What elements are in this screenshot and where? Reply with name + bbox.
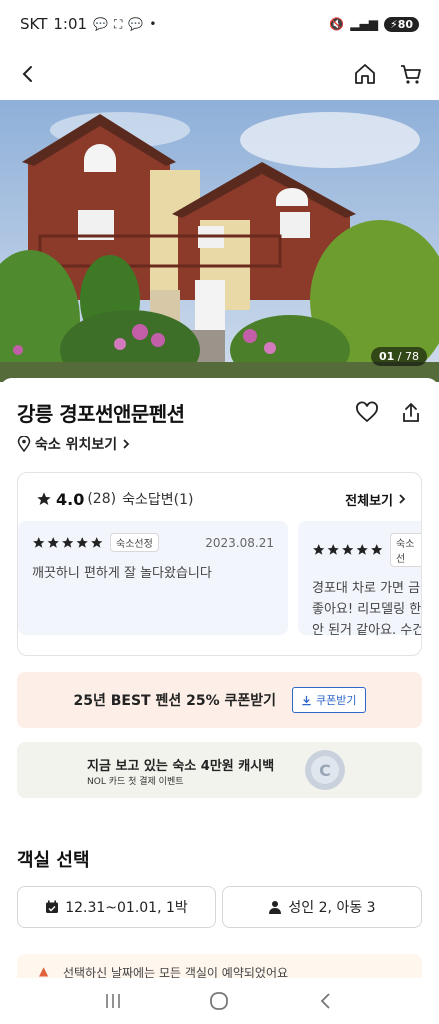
review-item[interactable]: 숙소선 경포대 차로 가면 금 좋아요! 리모델링 한 안 된거 같아요. 수건 bbox=[298, 521, 421, 638]
svg-text:C: C bbox=[319, 761, 331, 780]
review-card: 4.0 (28) 숙소답변(1) 전체보기 숙소선정 2023.08.21 깨끗… bbox=[17, 472, 422, 656]
more-dot-icon: • bbox=[149, 17, 157, 31]
chevron-left-icon bbox=[22, 66, 32, 82]
see-all-reviews-button[interactable]: 전체보기 bbox=[345, 490, 407, 509]
back-button[interactable] bbox=[14, 60, 42, 88]
chevron-right-icon bbox=[399, 494, 406, 504]
review-date: 2023.08.21 bbox=[205, 535, 274, 550]
message-notification-icon: 💬 bbox=[128, 17, 144, 31]
image-counter: 01 / 78 bbox=[370, 347, 427, 366]
home-button[interactable] bbox=[351, 60, 379, 88]
recent-apps-button[interactable] bbox=[93, 986, 133, 1016]
star-icon bbox=[37, 492, 51, 505]
review-count: (28) bbox=[87, 491, 117, 507]
date-range-label: 12.31~01.01, 1박 bbox=[65, 900, 188, 916]
home-circle-icon bbox=[210, 992, 229, 1010]
reply-count: 숙소답변(1) bbox=[122, 492, 194, 508]
scan-notification-icon: ⛶ bbox=[114, 16, 123, 31]
person-icon bbox=[269, 901, 282, 914]
review-header: 4.0 (28) 숙소답변(1) 전체보기 bbox=[36, 489, 407, 509]
rating-score: 4.0 bbox=[56, 489, 85, 509]
coupon-text: 25년 BEST 펜션 25% 쿠폰받기 bbox=[73, 693, 277, 709]
review-text: 경포대 차로 가면 금 좋아요! 리모델링 한 안 된거 같아요. 수건 bbox=[312, 581, 422, 638]
talk-notification-icon: 💬 bbox=[93, 17, 108, 31]
battery-indicator: ⚡80 bbox=[383, 16, 419, 32]
guest-picker[interactable]: 성인 2, 아동 3 bbox=[222, 886, 422, 928]
cashback-subtitle: NOL 카드 첫 결제 이벤트 bbox=[87, 777, 184, 787]
system-back-button[interactable] bbox=[306, 986, 346, 1016]
review-item[interactable]: 숙소선정 2023.08.21 깨끗하니 편하게 잘 놀다왔습니다 bbox=[18, 521, 288, 635]
review-text: 깨끗하니 편하게 잘 놀다왔습니다 bbox=[32, 566, 212, 581]
cashback-coin-icon: C bbox=[305, 750, 345, 790]
pension-photo bbox=[0, 100, 439, 382]
chevron-right-icon bbox=[123, 439, 130, 449]
title-row: 강릉 경포썬앤문펜션 bbox=[17, 398, 425, 427]
stars-icon bbox=[33, 536, 103, 548]
status-bar: SKT 1:01 💬 ⛶ 💬 • 🔇 ▂▄▆ ⚡80 bbox=[0, 0, 439, 48]
location-pin-icon bbox=[17, 436, 31, 452]
location-link[interactable]: 숙소 위치보기 bbox=[17, 434, 131, 454]
heart-icon bbox=[356, 401, 378, 422]
wishlist-button[interactable] bbox=[353, 399, 381, 427]
clock: 1:01 bbox=[53, 15, 88, 33]
cart-icon bbox=[401, 65, 421, 84]
home-icon bbox=[355, 64, 375, 84]
see-all-label: 전체보기 bbox=[345, 493, 393, 509]
cashback-title: 지금 보고 있는 숙소 4만원 캐시백 bbox=[87, 759, 275, 774]
date-picker[interactable]: 12.31~01.01, 1박 bbox=[17, 886, 216, 928]
share-button[interactable] bbox=[397, 399, 425, 427]
property-title: 강릉 경포썬앤문펜션 bbox=[17, 402, 185, 426]
download-icon bbox=[302, 695, 311, 705]
get-coupon-button[interactable]: 쿠폰받기 bbox=[292, 687, 366, 713]
calendar-icon bbox=[46, 900, 59, 913]
review-badge: 숙소선정 bbox=[110, 533, 159, 552]
five-star-rating bbox=[312, 543, 384, 557]
top-nav bbox=[0, 48, 439, 100]
back-arrow-icon bbox=[320, 993, 330, 1009]
get-coupon-label: 쿠폰받기 bbox=[316, 694, 357, 707]
stars-icon bbox=[313, 544, 383, 555]
review-badge: 숙소선 bbox=[390, 533, 421, 567]
signal-icon: ▂▄▆ bbox=[350, 17, 378, 31]
room-select-title: 객실 선택 bbox=[17, 850, 90, 871]
location-link-label: 숙소 위치보기 bbox=[35, 437, 118, 453]
mute-icon: 🔇 bbox=[329, 17, 345, 31]
home-nav-button[interactable] bbox=[199, 986, 239, 1016]
recent-apps-icon bbox=[106, 994, 120, 1008]
system-nav-bar bbox=[0, 978, 439, 1024]
five-star-rating bbox=[32, 536, 104, 550]
share-icon bbox=[403, 402, 419, 422]
warning-icon: ▲ bbox=[39, 964, 49, 978]
hero-image[interactable]: 01 / 78 bbox=[0, 100, 439, 382]
cashback-banner[interactable]: 지금 보고 있는 숙소 4만원 캐시백 NOL 카드 첫 결제 이벤트 C bbox=[17, 742, 422, 798]
coupon-banner[interactable]: 25년 BEST 펜션 25% 쿠폰받기 쿠폰받기 bbox=[17, 672, 422, 728]
guests-label: 성인 2, 아동 3 bbox=[288, 900, 376, 916]
cart-button[interactable] bbox=[397, 60, 425, 88]
content-sheet: 강릉 경포썬앤문펜션 숙소 위치보기 4.0 (28) 숙소답변(1) 전체보기 bbox=[0, 378, 439, 984]
carrier: SKT bbox=[20, 15, 48, 33]
